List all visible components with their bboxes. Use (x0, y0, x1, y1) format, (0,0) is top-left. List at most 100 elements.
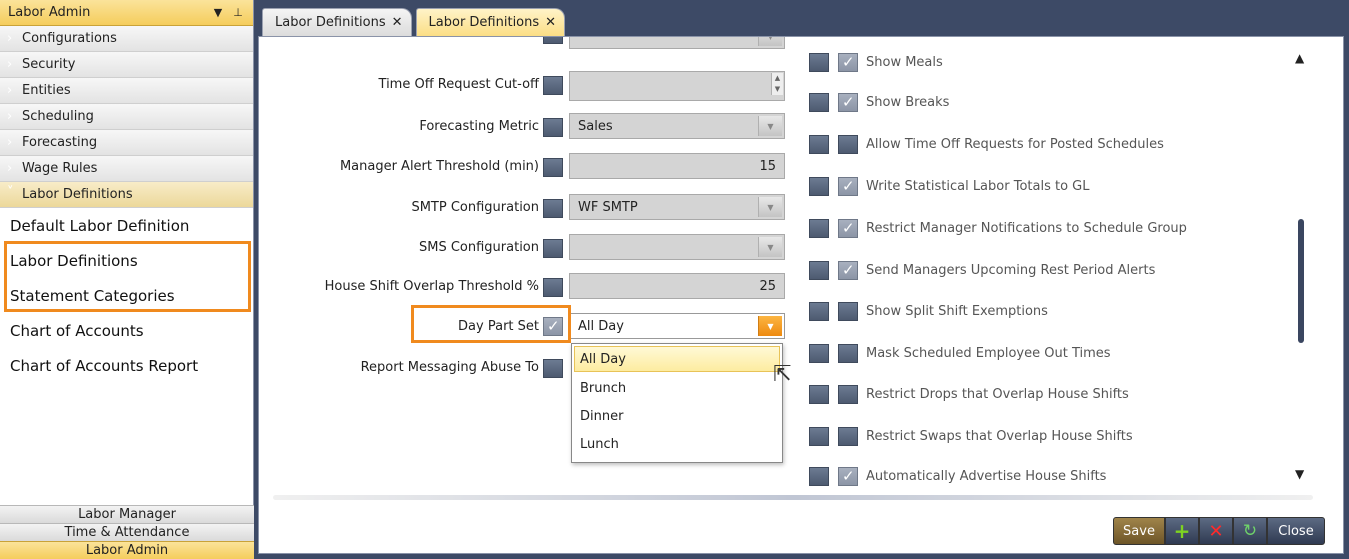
enable-checkbox[interactable] (809, 344, 829, 363)
left-navigation-panel: Labor Admin ▼ ⊥ › Configurations › Secur… (0, 0, 254, 559)
tab-labor-definitions-1[interactable]: Labor Definitions ✕ (262, 8, 412, 36)
nav-item-default-labor-definition[interactable]: Default Labor Definition (0, 208, 253, 243)
down-arrow-icon[interactable]: ▼ (772, 84, 783, 95)
close-icon[interactable]: ✕ (545, 15, 556, 30)
panel-title: Labor Admin (8, 5, 91, 20)
checkbox-manager-alert[interactable] (543, 158, 563, 177)
dropdown-option-dinner[interactable]: Dinner (572, 402, 782, 430)
close-icon[interactable]: ✕ (392, 15, 403, 30)
refresh-button[interactable]: ↻ (1233, 517, 1267, 545)
field-label: SMS Configuration (418, 240, 539, 255)
value-checkbox[interactable] (838, 135, 858, 154)
up-arrow-icon[interactable]: ▲ (772, 73, 783, 84)
nav-category-forecasting[interactable]: › Forecasting (0, 130, 253, 156)
value-checkbox[interactable] (838, 344, 858, 363)
bottom-tab-labor-manager[interactable]: Labor Manager (0, 505, 254, 523)
option-label: Dinner (580, 408, 624, 424)
checkmark-icon: ✓ (842, 53, 855, 71)
enable-checkbox[interactable] (809, 427, 829, 446)
checkbox-forecasting-metric[interactable] (543, 118, 563, 137)
dropdown-option-brunch[interactable]: Brunch (572, 374, 782, 402)
scrollbar-thumb[interactable] (1298, 219, 1304, 343)
enable-checkbox[interactable] (809, 467, 829, 486)
forecasting-metric-select[interactable]: Sales ▼ (569, 113, 785, 139)
value-checkbox[interactable]: ✓ (838, 93, 858, 112)
save-button[interactable]: Save (1113, 517, 1165, 545)
checkbox-report-messaging[interactable] (543, 359, 563, 378)
vertical-scrollbar[interactable]: ▲ ▼ (1295, 51, 1307, 481)
checkbox[interactable] (543, 37, 563, 44)
option-auto-advertise: ✓ Automatically Advertise House Shifts (809, 467, 1309, 489)
chevron-right-icon: › (7, 31, 13, 46)
action-toolbar: Save + ✕ ↻ Close (1113, 517, 1325, 545)
scroll-up-icon[interactable]: ▲ (1295, 51, 1304, 65)
nav-category-scheduling[interactable]: › Scheduling (0, 104, 253, 130)
dropdown-arrow-icon[interactable]: ▼ (758, 116, 782, 136)
dropdown-arrow-icon[interactable]: ▼ (758, 316, 782, 336)
enable-checkbox[interactable] (809, 302, 829, 321)
value-checkbox[interactable] (838, 302, 858, 321)
dropdown-arrow-icon[interactable]: ▼ (758, 197, 782, 217)
manager-alert-threshold-input[interactable]: 15 (569, 153, 785, 179)
checkbox-time-off[interactable] (543, 76, 563, 95)
value-checkbox[interactable]: ✓ (838, 177, 858, 196)
delete-button[interactable]: ✕ (1199, 517, 1233, 545)
nav-category-wage-rules[interactable]: › Wage Rules (0, 156, 253, 182)
nav-category-security[interactable]: › Security (0, 52, 253, 78)
form-content[interactable]: ▼ Time Off Request Cut-off ▲▼ Forecastin… (259, 37, 1343, 493)
enable-checkbox[interactable] (809, 219, 829, 238)
option-label: Write Statistical Labor Totals to GL (866, 179, 1090, 194)
value-checkbox[interactable]: ✓ (838, 467, 858, 486)
dropdown-option-lunch[interactable]: Lunch (572, 430, 782, 458)
option-restrict-swaps: Restrict Swaps that Overlap House Shifts (809, 427, 1309, 449)
value-checkbox[interactable]: ✓ (838, 53, 858, 72)
checkmark-icon: ✓ (842, 261, 855, 279)
field-value: All Day (578, 318, 624, 334)
enable-checkbox[interactable] (809, 385, 829, 404)
enable-checkbox[interactable] (809, 261, 829, 280)
nav-item-chart-of-accounts[interactable]: Chart of Accounts (0, 313, 253, 348)
add-button[interactable]: + (1165, 517, 1199, 545)
bottom-tab-time-attendance[interactable]: Time & Attendance (0, 523, 254, 541)
enable-checkbox[interactable] (809, 93, 829, 112)
checkbox-sms[interactable] (543, 239, 563, 258)
time-off-cutoff-stepper[interactable]: ▲ ▼ (569, 71, 785, 101)
option-label: Show Meals (866, 55, 943, 70)
value-checkbox[interactable]: ✓ (838, 261, 858, 280)
refresh-icon: ↻ (1242, 521, 1258, 541)
checkbox-house-shift[interactable] (543, 278, 563, 297)
stepper-buttons[interactable]: ▲ ▼ (771, 73, 783, 95)
section-divider (273, 495, 1313, 500)
option-label: Show Breaks (866, 95, 950, 110)
scroll-down-icon[interactable]: ▼ (1295, 467, 1304, 481)
option-label: Restrict Drops that Overlap House Shifts (866, 387, 1129, 402)
nav-category-entities[interactable]: › Entities (0, 78, 253, 104)
dropdown-arrow-icon[interactable]: ▼ (758, 237, 782, 257)
value-checkbox[interactable] (838, 427, 858, 446)
pin-icon[interactable]: ⊥ (231, 6, 245, 19)
nav-item-chart-of-accounts-report[interactable]: Chart of Accounts Report (0, 348, 253, 383)
nav-category-configurations[interactable]: › Configurations (0, 26, 253, 52)
value-checkbox[interactable] (838, 385, 858, 404)
day-part-set-select[interactable]: All Day ▼ (569, 313, 785, 339)
bottom-tab-label: Time & Attendance (64, 525, 190, 540)
checkbox-smtp[interactable] (543, 199, 563, 218)
day-part-dropdown-list[interactable]: All Day Brunch Dinner Lunch (571, 343, 783, 463)
close-button[interactable]: Close (1267, 517, 1325, 545)
dropdown-option-all-day[interactable]: All Day (574, 346, 780, 372)
enable-checkbox[interactable] (809, 177, 829, 196)
nav-category-label: Forecasting (22, 135, 98, 150)
enable-checkbox[interactable] (809, 135, 829, 154)
nav-category-label: Wage Rules (22, 161, 98, 176)
dropdown-arrow-icon[interactable]: ▼ (211, 6, 225, 19)
tab-labor-definitions-2[interactable]: Labor Definitions ✕ (415, 8, 566, 36)
enable-checkbox[interactable] (809, 53, 829, 72)
bottom-tab-labor-admin[interactable]: Labor Admin (0, 541, 254, 559)
sms-configuration-select[interactable]: ▼ (569, 234, 785, 260)
value-checkbox[interactable]: ✓ (838, 219, 858, 238)
house-shift-overlap-input[interactable]: 25 (569, 273, 785, 299)
field-label: House Shift Overlap Threshold % (324, 279, 539, 294)
smtp-configuration-select[interactable]: WF SMTP ▼ (569, 194, 785, 220)
option-label: Lunch (580, 436, 619, 452)
nav-category-labor-definitions[interactable]: ˅ Labor Definitions (0, 182, 253, 208)
